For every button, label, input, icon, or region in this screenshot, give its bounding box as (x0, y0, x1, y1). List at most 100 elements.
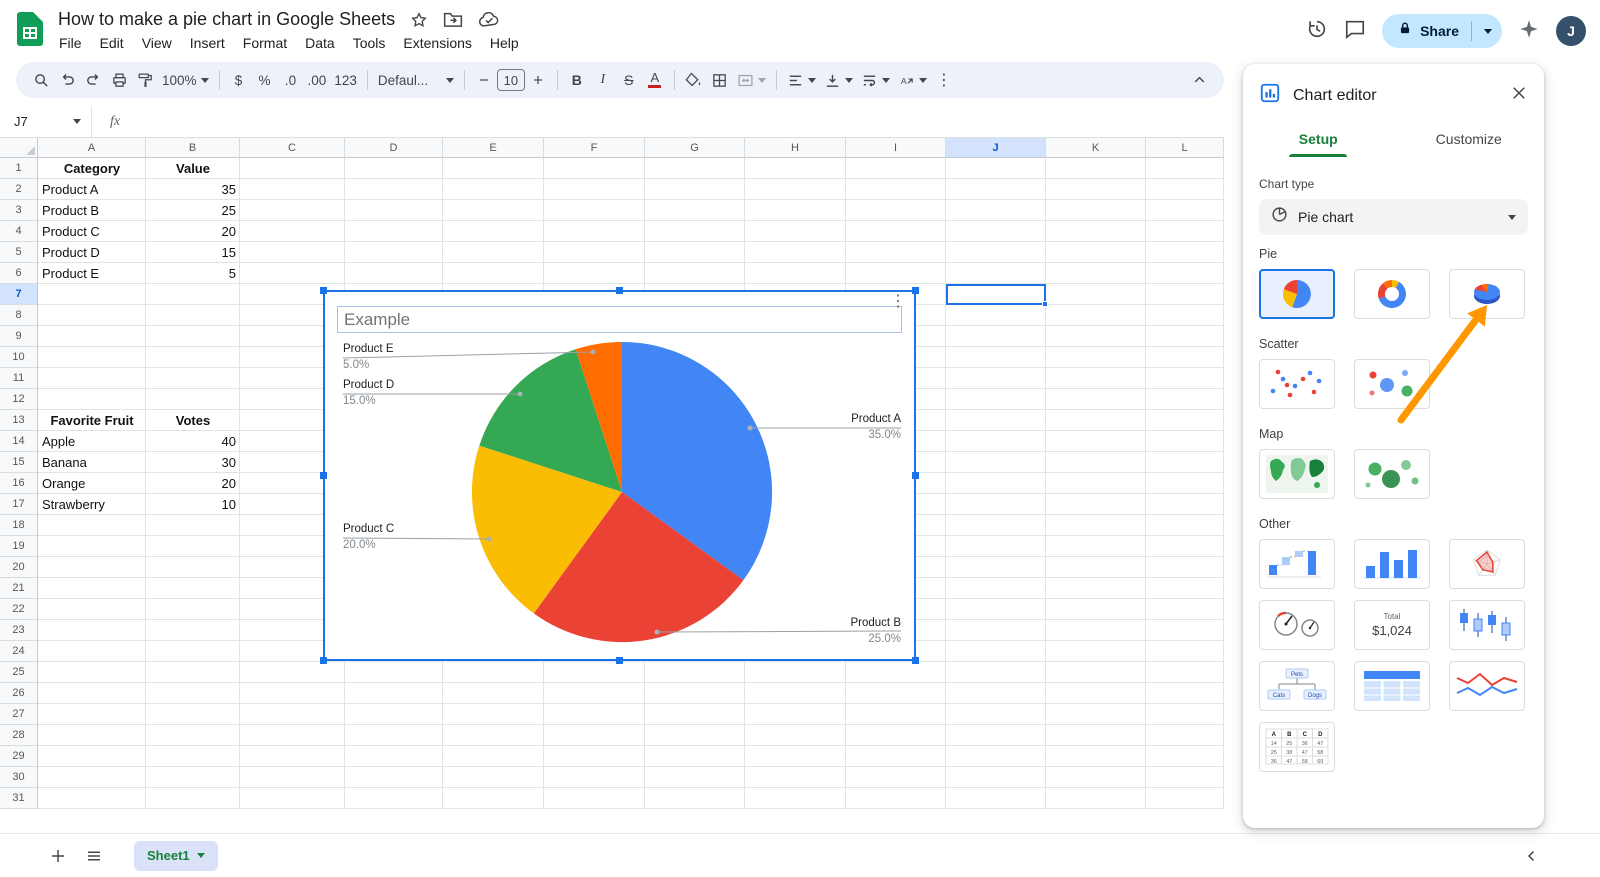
move-folder-icon[interactable] (443, 11, 463, 28)
chart-resize-handle[interactable] (616, 657, 623, 664)
tab-setup[interactable]: Setup (1243, 123, 1394, 157)
menu-format[interactable]: Format (234, 33, 296, 53)
row-header-5[interactable]: 5 (0, 242, 38, 263)
chart-type-bubble[interactable] (1354, 359, 1430, 409)
row-header-31[interactable]: 31 (0, 788, 38, 809)
collapse-toolbar-icon[interactable] (1186, 66, 1212, 94)
row-header-4[interactable]: 4 (0, 221, 38, 242)
format-currency-button[interactable]: $ (226, 66, 252, 94)
row-header-21[interactable]: 21 (0, 578, 38, 599)
cell-B15[interactable]: 30 (146, 452, 240, 473)
text-color-button[interactable]: A (642, 66, 668, 94)
chart-type-scorecard[interactable]: Total $1,024 (1354, 600, 1430, 650)
redo-icon[interactable] (80, 66, 106, 94)
column-header-C[interactable]: C (240, 138, 345, 158)
row-header-30[interactable]: 30 (0, 767, 38, 788)
cell-A13[interactable]: Favorite Fruit (38, 410, 146, 431)
merge-cells-icon[interactable] (733, 66, 770, 94)
cell-A16[interactable]: Orange (38, 473, 146, 494)
cell-A14[interactable]: Apple (38, 431, 146, 452)
comments-icon[interactable] (1344, 18, 1366, 45)
menu-view[interactable]: View (133, 33, 181, 53)
chart-resize-handle[interactable] (320, 287, 327, 294)
row-header-15[interactable]: 15 (0, 452, 38, 473)
row-header-9[interactable]: 9 (0, 326, 38, 347)
cell-B1[interactable]: Value (146, 158, 240, 179)
chart-type-datatable[interactable]: A B C D 14 25 36 47 25 38 47 58 36 47 58 69 (1259, 722, 1335, 772)
paint-format-icon[interactable] (132, 66, 158, 94)
cell-B16[interactable]: 20 (146, 473, 240, 494)
column-header-F[interactable]: F (544, 138, 645, 158)
cell-A6[interactable]: Product E (38, 263, 146, 284)
chart-type-column[interactable] (1354, 539, 1430, 589)
search-icon[interactable] (28, 66, 54, 94)
chart-type-waterfall[interactable] (1259, 539, 1335, 589)
row-header-10[interactable]: 10 (0, 347, 38, 368)
column-header-D[interactable]: D (345, 138, 443, 158)
chart-type-select[interactable]: Pie chart (1259, 199, 1528, 235)
chart-resize-handle[interactable] (912, 287, 919, 294)
horizontal-align-icon[interactable] (783, 66, 820, 94)
row-header-22[interactable]: 22 (0, 599, 38, 620)
row-header-6[interactable]: 6 (0, 263, 38, 284)
cell-B13[interactable]: Votes (146, 410, 240, 431)
column-header-E[interactable]: E (443, 138, 544, 158)
add-sheet-icon[interactable] (40, 838, 76, 874)
row-header-2[interactable]: 2 (0, 179, 38, 200)
row-header-16[interactable]: 16 (0, 473, 38, 494)
cell-A17[interactable]: Strawberry (38, 494, 146, 515)
document-title[interactable]: How to make a pie chart in Google Sheets (58, 9, 395, 30)
column-header-K[interactable]: K (1046, 138, 1146, 158)
row-header-3[interactable]: 3 (0, 200, 38, 221)
row-header-23[interactable]: 23 (0, 620, 38, 641)
gemini-sparkle-icon[interactable] (1518, 18, 1540, 45)
column-header-A[interactable]: A (38, 138, 146, 158)
chart-type-pie[interactable] (1259, 269, 1335, 319)
fill-color-icon[interactable] (681, 66, 707, 94)
select-all-corner[interactable] (0, 138, 38, 158)
row-header-25[interactable]: 25 (0, 662, 38, 683)
cell-A1[interactable]: Category (38, 158, 146, 179)
column-header-I[interactable]: I (846, 138, 946, 158)
decrease-font-size-button[interactable] (471, 66, 497, 94)
chart-type-donut[interactable] (1354, 269, 1430, 319)
menu-extensions[interactable]: Extensions (394, 33, 480, 53)
share-button[interactable]: Share (1382, 14, 1502, 48)
menu-data[interactable]: Data (296, 33, 344, 53)
sheet-tab-menu-icon[interactable] (196, 853, 205, 858)
undo-icon[interactable] (54, 66, 80, 94)
cell-B2[interactable]: 35 (146, 179, 240, 200)
column-header-L[interactable]: L (1146, 138, 1224, 158)
chart-type-geomarkers[interactable] (1354, 449, 1430, 499)
font-size-input[interactable]: 10 (496, 69, 525, 91)
row-header-27[interactable]: 27 (0, 704, 38, 725)
chart-resize-handle[interactable] (912, 657, 919, 664)
increase-decimal-button[interactable]: .00 (304, 66, 331, 94)
decrease-decimal-button[interactable]: .0 (278, 66, 304, 94)
chart-type-geomap[interactable] (1259, 449, 1335, 499)
text-wrap-icon[interactable] (857, 66, 894, 94)
name-box-dropdown-icon[interactable] (73, 119, 81, 124)
cell-B3[interactable]: 25 (146, 200, 240, 221)
collapse-panel-icon[interactable] (1514, 838, 1550, 874)
chart-resize-handle[interactable] (320, 472, 327, 479)
increase-font-size-button[interactable] (525, 66, 551, 94)
chart-resize-handle[interactable] (320, 657, 327, 664)
chart-type-pie3d[interactable] (1449, 269, 1525, 319)
font-select[interactable]: Defaul... (374, 66, 458, 94)
close-icon[interactable] (1510, 84, 1528, 107)
account-avatar[interactable]: J (1556, 16, 1586, 46)
cell-B17[interactable]: 10 (146, 494, 240, 515)
star-icon[interactable] (410, 11, 428, 29)
sheets-logo[interactable] (17, 12, 43, 51)
cell-B5[interactable]: 15 (146, 242, 240, 263)
strikethrough-button[interactable]: S (616, 66, 642, 94)
row-header-7[interactable]: 7 (0, 284, 38, 305)
row-header-28[interactable]: 28 (0, 725, 38, 746)
row-header-13[interactable]: 13 (0, 410, 38, 431)
number-format-button[interactable]: 123 (330, 66, 361, 94)
share-dropdown-icon[interactable] (1484, 28, 1492, 34)
chart-type-line[interactable] (1449, 661, 1525, 711)
fill-handle[interactable] (1042, 301, 1048, 307)
column-header-B[interactable]: B (146, 138, 240, 158)
